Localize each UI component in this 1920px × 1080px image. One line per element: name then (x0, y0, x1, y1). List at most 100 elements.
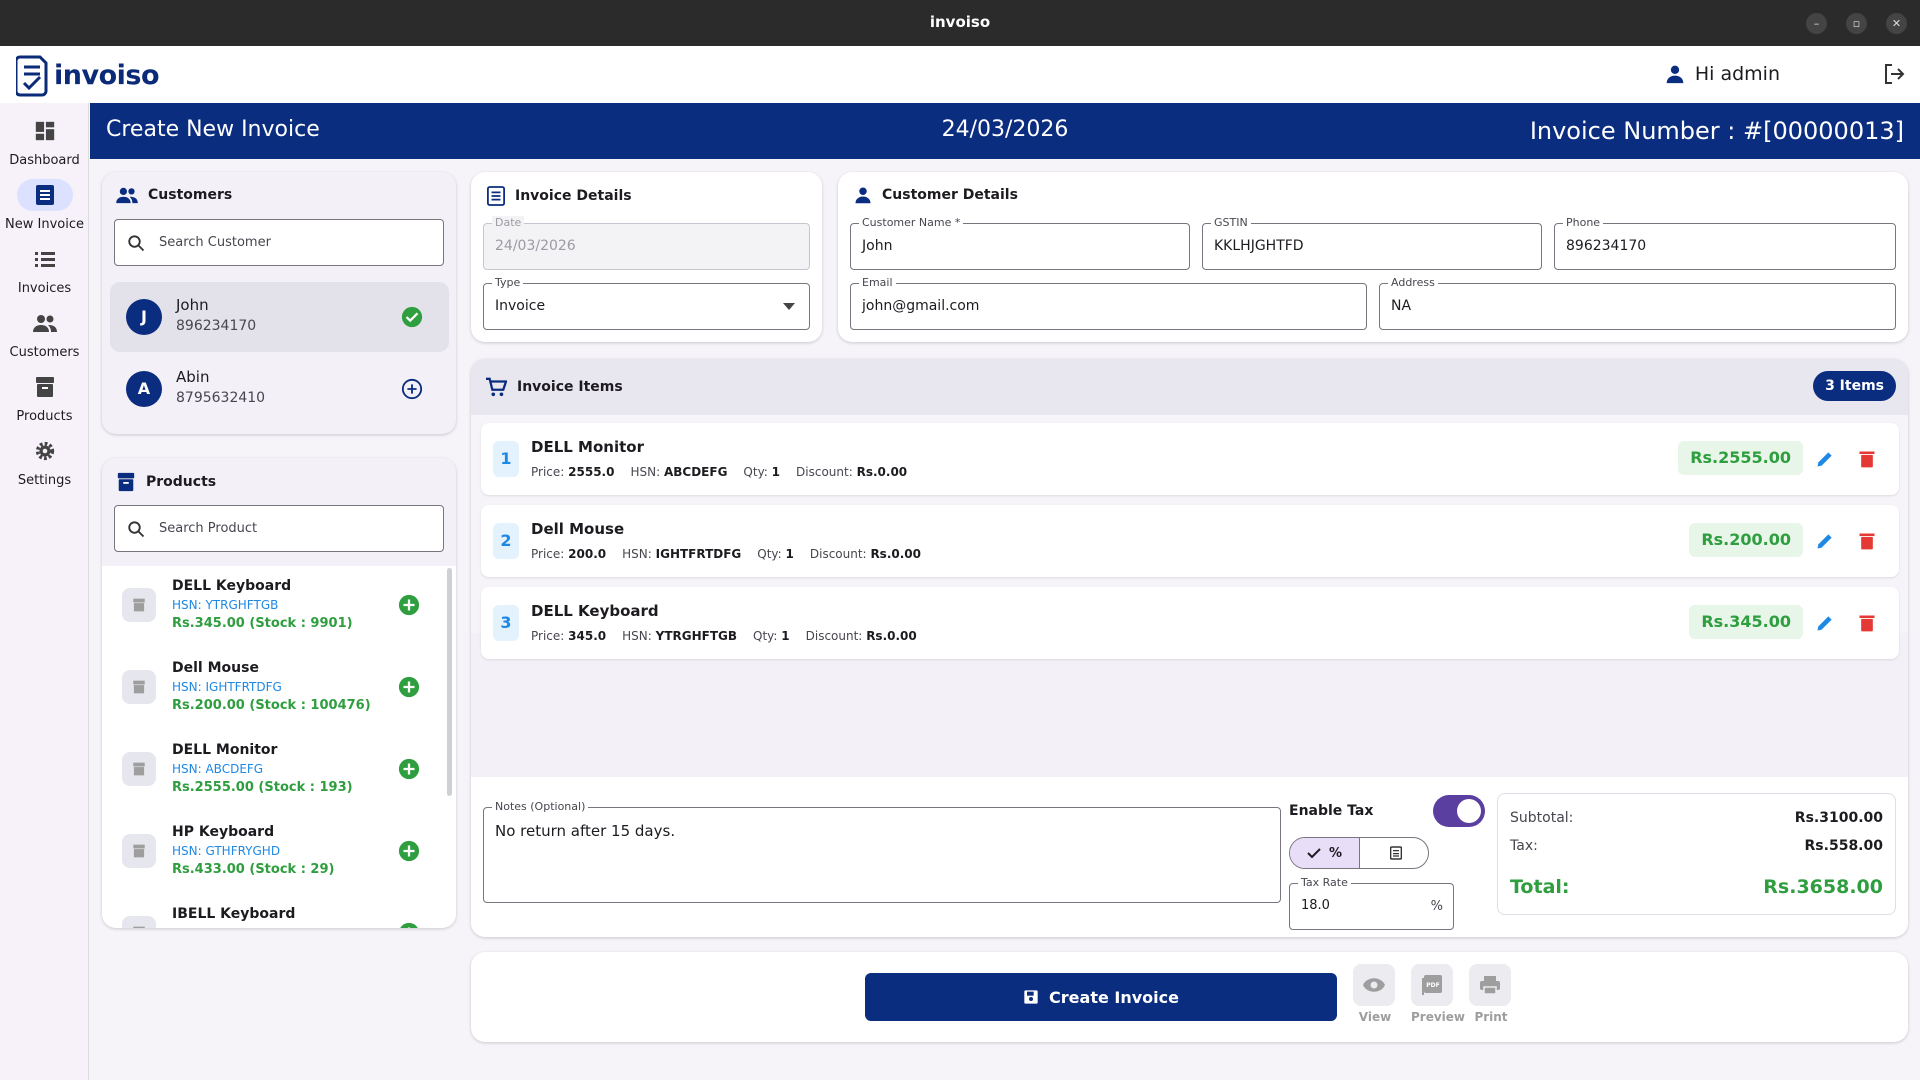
logo-icon (16, 55, 48, 97)
add-circle-outline-icon[interactable] (401, 378, 423, 400)
print-button[interactable]: Print (1469, 964, 1513, 1024)
sidebar-item-customers[interactable]: Customers (0, 307, 89, 360)
add-circle-icon[interactable] (398, 594, 420, 616)
customer-list-item[interactable]: A Abin 8795632410 (110, 354, 449, 424)
products-header: Products (116, 472, 216, 492)
notes-textarea[interactable]: Notes (Optional) No return after 15 days… (483, 800, 1281, 903)
product-list[interactable]: DELL Keyboard HSN: YTRGHFTGB Rs.345.00 (… (102, 566, 456, 928)
add-circle-icon[interactable] (398, 676, 420, 698)
sidebar-item-dashboard[interactable]: Dashboard (0, 115, 89, 168)
app-header: invoiso Hi admin (0, 46, 1920, 103)
subtotal-label: Subtotal: (1510, 810, 1574, 826)
view-button[interactable]: View (1353, 964, 1397, 1024)
item-meta: Price: 345.0 HSN: YTRGHFTGB Qty: 1 Disco… (531, 629, 917, 643)
item-index: 3 (493, 605, 519, 641)
product-name: DELL Keyboard (172, 578, 292, 594)
os-title-bar: invoiso – ▫ ✕ (0, 0, 1920, 46)
product-list-scrollbar[interactable] (447, 568, 452, 796)
invoice-details-panel: Invoice Details Date 24/03/2026 Type Inv… (471, 172, 822, 342)
tax-mode-segmented[interactable]: % (1289, 837, 1429, 869)
tax-mode-percent[interactable]: % (1290, 838, 1360, 868)
sidebar-item-label: New Invoice (5, 217, 84, 232)
customer-details-panel: Customer Details Customer Name * John GS… (838, 172, 1908, 342)
logout-icon[interactable] (1882, 62, 1906, 86)
items-count-badge: 3 Items (1813, 371, 1896, 401)
customers-title: Customers (148, 187, 233, 203)
app-logo[interactable]: invoiso (16, 52, 160, 98)
preview-label: Preview (1411, 1010, 1466, 1024)
item-price: 2555.0 (568, 465, 615, 479)
customer-search-input[interactable]: Search Customer (114, 219, 444, 266)
edit-icon[interactable] (1815, 449, 1835, 469)
tax-value: Rs.558.00 (1804, 838, 1883, 854)
avatar: A (126, 371, 162, 407)
tax-mode-amount[interactable] (1361, 838, 1428, 868)
product-list-item[interactable]: DELL Monitor HSN: ABCDEFG Rs.2555.00 (St… (102, 730, 442, 812)
email-field[interactable]: Email john@gmail.com (850, 276, 1367, 330)
delete-icon[interactable] (1857, 613, 1877, 633)
enable-tax-toggle[interactable] (1433, 795, 1485, 827)
gstin-field[interactable]: GSTIN KKLHJGHTFD (1202, 216, 1542, 270)
search-icon (128, 520, 145, 537)
address-field[interactable]: Address NA (1379, 276, 1896, 330)
item-qty: 1 (785, 547, 794, 561)
eye-icon (1363, 978, 1385, 992)
view-label: View (1358, 1010, 1392, 1024)
invoice-type-select[interactable]: Type Invoice (483, 276, 810, 330)
customer-name: Abin (176, 368, 210, 386)
product-list-item[interactable]: HP Keyboard HSN: GTHFRYGHD Rs.433.00 (St… (102, 812, 442, 894)
delete-icon[interactable] (1857, 449, 1877, 469)
sidebar-item-label: Products (16, 409, 73, 424)
invoice-item-row[interactable]: 1 DELL Monitor Price: 2555.0 HSN: ABCDEF… (481, 423, 1899, 495)
invoice-item-row[interactable]: 3 DELL Keyboard Price: 345.0 HSN: YTRGHF… (481, 587, 1899, 659)
product-search-input[interactable]: Search Product (114, 505, 444, 552)
tax-rate-input[interactable]: Tax Rate 18.0 % (1289, 876, 1454, 930)
sidebar-item-settings[interactable]: Settings (0, 435, 89, 488)
product-list-item[interactable]: Dell Mouse HSN: IGHTFRTDFG Rs.200.00 (St… (102, 648, 442, 730)
delete-icon[interactable] (1857, 531, 1877, 551)
product-search-placeholder: Search Product (159, 521, 258, 536)
phone-field[interactable]: Phone 896234170 (1554, 216, 1896, 270)
product-name: HP Keyboard (172, 824, 275, 840)
edit-icon[interactable] (1815, 531, 1835, 551)
customer-name-field[interactable]: Customer Name * John (850, 216, 1190, 270)
add-circle-icon[interactable] (398, 840, 420, 862)
close-button[interactable]: ✕ (1886, 13, 1907, 34)
product-list-item[interactable]: DELL Keyboard HSN: YTRGHFTGB Rs.345.00 (… (102, 566, 442, 648)
field-value: 896234170 (1566, 238, 1647, 254)
add-circle-icon[interactable] (398, 922, 420, 928)
product-price-stock: Rs.345.00 (Stock : 9901) (172, 616, 353, 631)
maximize-button[interactable]: ▫ (1846, 13, 1867, 34)
item-discount: Rs.0.00 (866, 629, 917, 643)
sidebar-item-invoices[interactable]: Invoices (0, 243, 89, 296)
enable-tax-label: Enable Tax (1289, 803, 1374, 819)
customers-header: Customers (116, 186, 232, 204)
sidebar-item-products[interactable]: Products (0, 371, 89, 424)
archive-icon (122, 670, 156, 704)
receipt-icon (35, 185, 54, 205)
product-hsn: HSN: ABCDEFG (172, 762, 264, 776)
product-list-item[interactable]: IBELL Keyboard (102, 894, 442, 928)
archive-icon (117, 472, 135, 492)
add-circle-icon[interactable] (398, 758, 420, 780)
customer-phone: 896234170 (176, 318, 257, 334)
user-greeting[interactable]: Hi admin (1665, 63, 1780, 85)
invoice-items-header: Invoice Items 3 Items (471, 359, 1908, 415)
preview-button[interactable]: PDF Preview (1411, 964, 1466, 1024)
field-value: NA (1391, 298, 1412, 314)
invoice-items-panel: Invoice Items 3 Items 1 DELL Monitor Pri… (471, 359, 1908, 937)
edit-icon[interactable] (1815, 613, 1835, 633)
create-invoice-button[interactable]: Create Invoice (865, 973, 1337, 1021)
toggle-knob (1457, 799, 1481, 823)
minimize-button[interactable]: – (1806, 13, 1827, 34)
products-title: Products (146, 474, 217, 490)
customer-list-item[interactable]: J John 896234170 (110, 282, 449, 352)
invoice-footer-area: Notes (Optional) No return after 15 days… (471, 777, 1908, 937)
sidebar-item-new-invoice[interactable]: New Invoice (0, 179, 89, 232)
item-name: Dell Mouse (531, 520, 625, 538)
customer-phone: 8795632410 (176, 390, 266, 406)
item-index: 1 (493, 441, 519, 477)
item-name: DELL Keyboard (531, 602, 659, 620)
item-hsn: IGHTFRTDFG (655, 547, 742, 561)
invoice-item-row[interactable]: 2 Dell Mouse Price: 200.0 HSN: IGHTFRTDF… (481, 505, 1899, 577)
